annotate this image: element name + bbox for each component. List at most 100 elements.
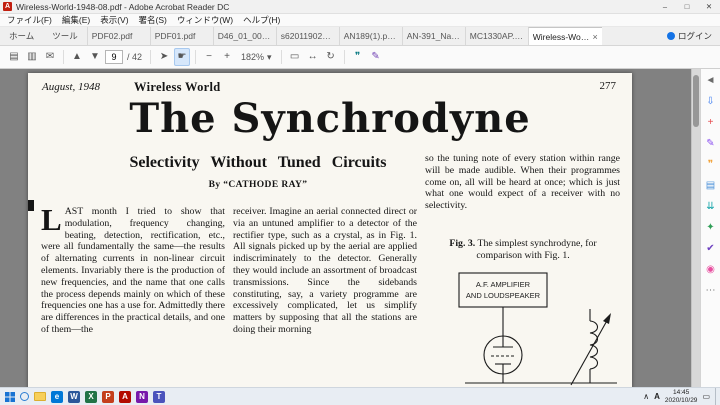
tab-tools[interactable]: ツール [43,27,87,45]
export-pdf-icon[interactable]: ⇩ [704,95,718,108]
close-button[interactable]: ✕ [698,0,720,13]
doc-tab-mc1330[interactable]: MC1330AP.pdf [464,27,528,45]
doc-tab-s620[interactable]: s62011902901... [275,27,339,45]
figure-box-label-line2: AND LOUDSPEAKER [466,291,541,300]
tab-home[interactable]: ホーム [0,27,43,45]
menu-edit[interactable]: 編集(E) [57,14,95,26]
clock-time: 14:45 [673,389,690,396]
menubar: ファイル(F) 編集(E) 表示(V) 署名(S) ウィンドウ(W) ヘルプ(H… [0,14,720,27]
expand-pane-icon[interactable]: ◄ [704,74,718,87]
acrobat-app-icon: A [3,2,12,11]
mail-icon[interactable]: ✉ [42,49,58,65]
next-page-icon[interactable]: ▼ [87,49,103,65]
figure-3-circuit-diagram: A.F. AMPLIFIER AND LOUDSPEAKER [458,272,617,386]
toolbar-separator [63,50,64,64]
action-center-icon[interactable]: ▭ [702,392,710,401]
rotate-view-icon[interactable]: ↻ [323,49,339,65]
pen-tool-icon[interactable]: ✎ [368,49,384,65]
system-tray: ∧ A 14:45 2020/10/29 ▭ [643,387,720,405]
file-explorer-icon[interactable] [34,392,46,401]
login-button[interactable]: ログイン [659,27,720,45]
scrollbar-thumb[interactable] [693,75,699,127]
window-title: Wireless-World-1948-08.pdf - Adobe Acrob… [16,1,230,12]
previous-page-icon[interactable]: ▲ [69,49,85,65]
menu-window[interactable]: ウィンドウ(W) [172,14,238,26]
fill-sign-icon[interactable]: ✔ [704,242,718,255]
page-number: 277 [599,80,617,92]
hand-tool-icon[interactable]: ☛ [174,48,191,66]
powerpoint-icon[interactable]: P [102,390,114,403]
comment-tool-icon[interactable]: ❞ [350,49,366,65]
document-area: August, 1948 Wireless World 277 The Sync… [0,69,700,387]
print-icon[interactable]: ▥ [24,49,40,65]
maximize-button[interactable]: □ [676,0,698,13]
doc-tab-d46[interactable]: D46_01_00(1)p... [212,27,276,45]
more-tools-icon[interactable]: ⋯ [704,284,718,297]
comment-icon[interactable]: ❞ [704,158,718,171]
toolbar-separator [343,50,345,64]
toolbar: ▤ ▥ ✉ ▲ ▼ / 42 ➤ ☛ − + 182% ▾ ▭ ↔ ↻ ❞ ✎ [0,46,720,69]
issue-date: August, 1948 [42,81,101,93]
select-tool-icon[interactable]: ➤ [156,49,172,65]
page-count-label: / 42 [127,52,143,62]
tray-expand-icon[interactable]: ∧ [643,392,649,401]
word-icon[interactable]: W [68,390,80,403]
edge-icon[interactable]: e [51,390,63,403]
fit-page-icon[interactable]: ▭ [287,49,303,65]
toolbar-separator [280,50,282,64]
doc-tab-wireless-world-active[interactable]: Wireless-World.. × [527,27,602,45]
excel-icon[interactable]: X [85,390,97,403]
zoom-level-value: 182% [241,52,265,62]
tabbar: ホーム ツール PDF02.pdf PDF01.pdf D46_01_00(1)… [0,27,720,46]
tools-pane: ◄ ⇩ + ✎ ❞ ▤ ⇊ ✦ ✔ ◉ ⋯ [700,69,720,387]
vertical-scrollbar[interactable] [691,69,700,387]
edit-pdf-icon[interactable]: ✎ [704,137,718,150]
account-icon [666,32,675,40]
fit-width-icon[interactable]: ↔ [305,49,321,65]
create-pdf-icon[interactable]: + [704,116,718,129]
doc-tab-an189[interactable]: AN189(1).pdf (... [338,27,402,45]
figure-box-label-line1: A.F. AMPLIFIER [476,280,531,289]
text-column-1: L AST month I tried to show that modulati… [41,206,225,387]
doc-tab-pdf01[interactable]: PDF01.pdf [149,27,213,45]
taskbar: e W X P A N T ∧ A 14:45 2020/10/29 ▭ [0,387,720,405]
menu-view[interactable]: 表示(V) [95,14,133,26]
stamp-icon[interactable]: ◉ [704,263,718,276]
titlebar: A Wireless-World-1948-08.pdf - Adobe Acr… [0,0,720,14]
scan-artifact [28,200,34,211]
taskbar-search-icon[interactable] [20,392,29,401]
zoom-out-icon[interactable]: − [201,49,217,65]
login-label: ログイン [677,31,712,41]
teams-icon[interactable]: T [153,390,165,403]
taskbar-clock[interactable]: 14:45 2020/10/29 [665,389,698,404]
article-title: The Synchrodyne [129,95,531,142]
combine-files-icon[interactable]: ▤ [704,179,718,192]
toolbar-separator [150,50,152,64]
minimize-button[interactable]: – [654,0,676,13]
menu-help[interactable]: ヘルプ(H) [238,14,285,26]
column-1-text: AST month I tried to show that modulatio… [41,206,225,335]
protect-pdf-icon[interactable]: ✦ [704,221,718,234]
ime-indicator[interactable]: A [654,392,660,401]
figure-caption: Fig. 3. The simplest synchrodyne, for co… [430,238,616,261]
article-byline: By “CATHODE RAY” [208,180,308,190]
start-button[interactable] [5,391,15,402]
close-tab-icon[interactable]: × [593,28,598,45]
doc-tab-an391[interactable]: AN-391_Natio... [401,27,465,45]
pdf-page: August, 1948 Wireless World 277 The Sync… [28,73,632,387]
menu-sign[interactable]: 署名(S) [134,14,172,26]
show-desktop-button[interactable] [715,387,718,405]
acrobat-window: A Wireless-World-1948-08.pdf - Adobe Acr… [0,0,720,405]
acrobat-taskbar-icon[interactable]: A [119,390,131,403]
article-subtitle: Selectivity Without Tuned Circuits [129,154,387,171]
magazine-name: Wireless World [134,80,221,94]
zoom-in-icon[interactable]: + [219,49,235,65]
compress-pdf-icon[interactable]: ⇊ [704,200,718,213]
zoom-level-dropdown[interactable]: 182% ▾ [237,52,276,63]
menu-file[interactable]: ファイル(F) [2,14,57,26]
page-number-input[interactable] [105,50,123,64]
save-icon[interactable]: ▤ [6,49,22,65]
onenote-icon[interactable]: N [136,390,148,403]
doc-tab-pdf02[interactable]: PDF02.pdf [86,27,150,45]
figure-caption-text: The simplest synchrodyne, for comparison… [476,238,597,261]
